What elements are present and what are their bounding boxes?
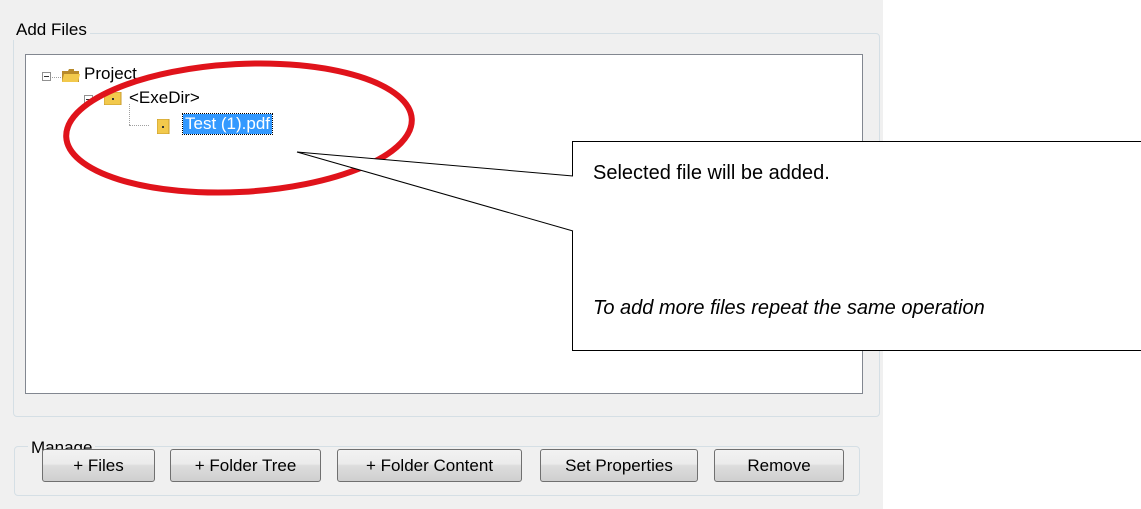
tree-node-project[interactable]: Project	[84, 64, 137, 84]
annotation-callout: Selected file will be added. To add more…	[572, 141, 1141, 351]
tree-connector	[94, 99, 100, 100]
tree-connector	[52, 77, 61, 78]
add-folder-content-button[interactable]: + Folder Content	[337, 449, 522, 482]
add-files-button[interactable]: + Files	[42, 449, 155, 482]
tree-node-file-selected[interactable]: Test (1).pdf	[181, 113, 274, 135]
folder-icon	[62, 69, 80, 82]
tree-connector	[129, 125, 149, 126]
remove-button[interactable]: Remove	[714, 449, 844, 482]
callout-line-1: Selected file will be added.	[593, 162, 830, 184]
add-folder-tree-button[interactable]: + Folder Tree	[170, 449, 321, 482]
add-files-title: Add Files	[13, 20, 90, 40]
set-properties-button[interactable]: Set Properties	[540, 449, 698, 482]
folder-icon	[104, 92, 122, 105]
callout-line-2: To add more files repeat the same operat…	[593, 297, 985, 319]
collapse-icon[interactable]	[84, 95, 93, 104]
collapse-icon[interactable]	[42, 72, 51, 81]
file-icon	[157, 119, 170, 134]
tree-node-exedir[interactable]: <ExeDir>	[129, 88, 200, 108]
